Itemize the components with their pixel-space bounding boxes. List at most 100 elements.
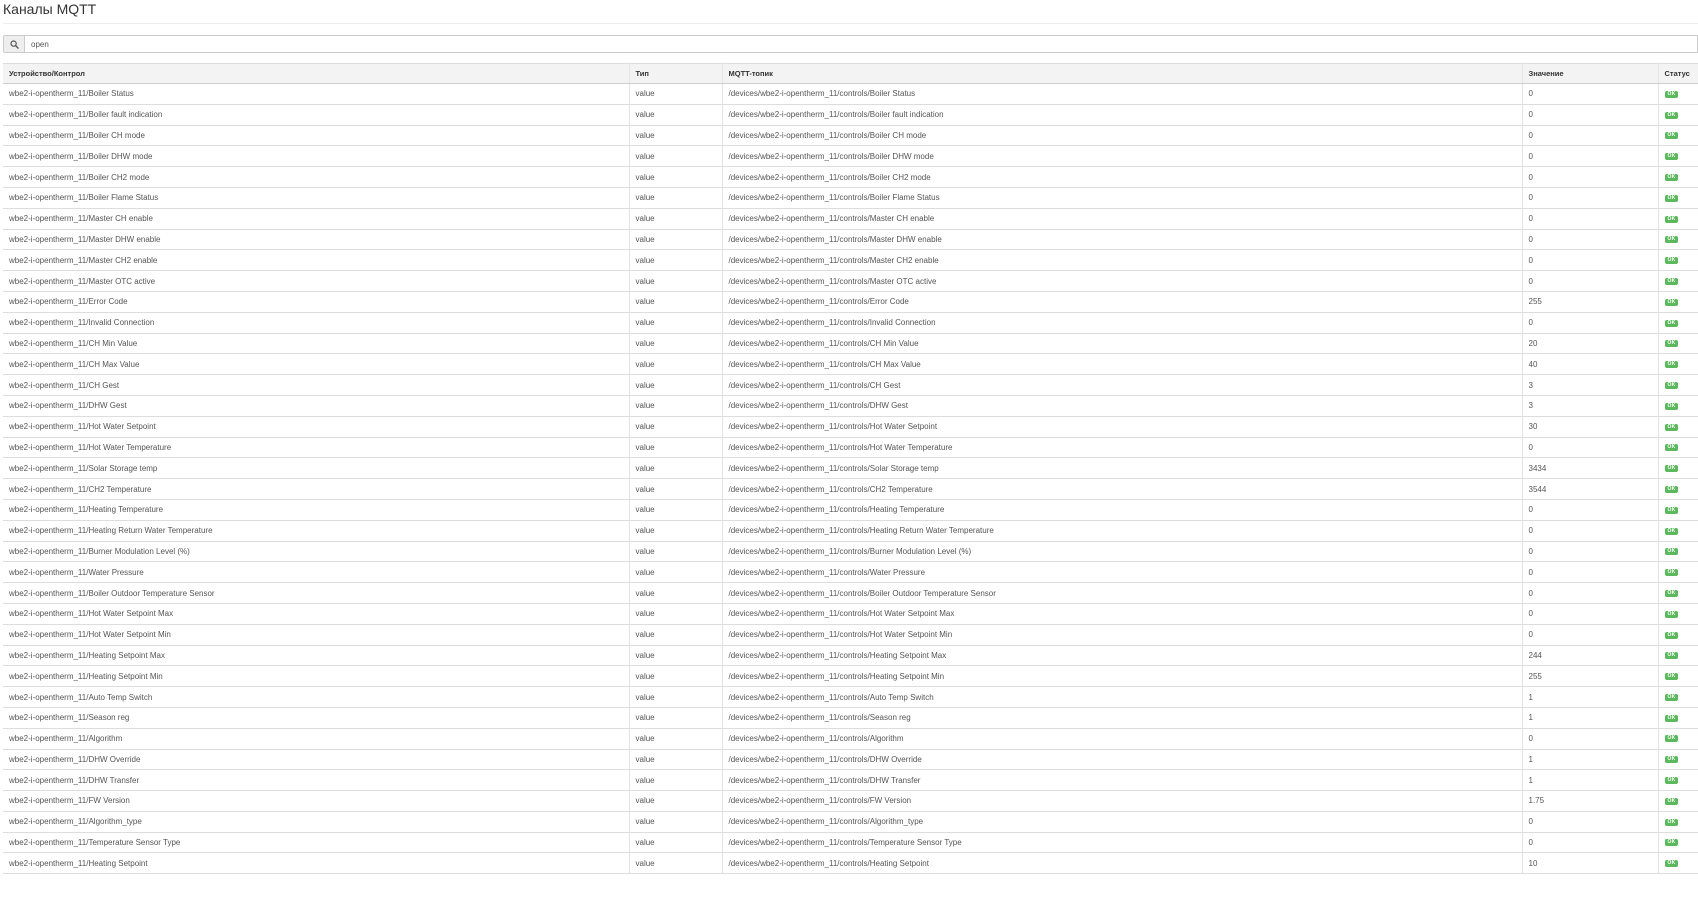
cell-device: wbe2-i-opentherm_11/Master CH2 enable <box>3 249 630 272</box>
cell-device: wbe2-i-opentherm_11/FW Version <box>3 790 630 812</box>
status-badge: OK <box>1664 111 1679 119</box>
table-row[interactable]: wbe2-i-opentherm_11/Boiler fault indicat… <box>3 104 1698 126</box>
cell-topic: /devices/wbe2-i-opentherm_11/controls/Bo… <box>722 166 1523 188</box>
search-input[interactable] <box>24 35 1698 53</box>
status-badge: OK <box>1664 714 1679 722</box>
table-row[interactable]: wbe2-i-opentherm_11/Boiler DHW mode value… <box>3 145 1698 168</box>
cell-value: 0 <box>1522 541 1659 563</box>
table-row[interactable]: wbe2-i-opentherm_11/Temperature Sensor T… <box>3 832 1698 854</box>
status-badge: OK <box>1664 652 1679 660</box>
cell-topic: /devices/wbe2-i-opentherm_11/controls/CH… <box>722 374 1523 396</box>
cell-value: 30 <box>1522 416 1659 438</box>
cell-device: wbe2-i-opentherm_11/Algorithm_type <box>3 811 630 833</box>
table-row[interactable]: wbe2-i-opentherm_11/Master DHW enable val… <box>3 229 1698 251</box>
table-row[interactable]: wbe2-i-opentherm_11/Water Pressure value /… <box>3 561 1698 584</box>
table-row[interactable]: wbe2-i-opentherm_11/CH2 Temperature value… <box>3 478 1698 500</box>
table-row[interactable]: wbe2-i-opentherm_11/Heating Return Water… <box>3 520 1698 542</box>
cell-value: 0 <box>1522 624 1659 646</box>
cell-topic: /devices/wbe2-i-opentherm_11/controls/CH… <box>722 478 1523 500</box>
cell-value: 20 <box>1522 333 1659 355</box>
status-badge: OK <box>1664 153 1679 161</box>
cell-type: value <box>629 270 723 292</box>
table-row[interactable]: wbe2-i-opentherm_11/Hot Water Setpoint M… <box>3 624 1698 646</box>
status-badge: OK <box>1664 423 1679 431</box>
table-row[interactable]: wbe2-i-opentherm_11/Hot Water Temperatur… <box>3 437 1698 459</box>
cell-type: value <box>629 104 723 126</box>
table-row[interactable]: wbe2-i-opentherm_11/Hot Water Setpoint va… <box>3 416 1698 438</box>
cell-device: wbe2-i-opentherm_11/CH Gest <box>3 374 630 396</box>
table-row[interactable]: wbe2-i-opentherm_11/Heating Setpoint valu… <box>3 852 1698 875</box>
column-header-type[interactable]: Тип <box>629 63 723 84</box>
table-row[interactable]: wbe2-i-opentherm_11/Boiler CH mode value /… <box>3 125 1698 147</box>
cell-type: value <box>629 582 723 604</box>
cell-topic: /devices/wbe2-i-opentherm_11/controls/Wa… <box>722 561 1523 584</box>
table-row[interactable]: wbe2-i-opentherm_11/CH Max Value value/de… <box>3 353 1698 376</box>
cell-device: wbe2-i-opentherm_11/Hot Water Setpoint <box>3 416 630 438</box>
cell-type: value <box>629 811 723 833</box>
cell-status: OK <box>1658 312 1698 334</box>
table-row[interactable]: wbe2-i-opentherm_11/CH Min Value value/de… <box>3 333 1698 355</box>
cell-topic: /devices/wbe2-i-opentherm_11/controls/Ho… <box>722 437 1523 459</box>
cell-status: OK <box>1658 208 1698 230</box>
table-row[interactable]: wbe2-i-opentherm_11/DHW Transfer value/de… <box>3 769 1698 792</box>
cell-device: wbe2-i-opentherm_11/CH Max Value <box>3 353 630 376</box>
cell-type: value <box>629 749 723 771</box>
cell-device: wbe2-i-opentherm_11/DHW Override <box>3 749 630 771</box>
status-badge: OK <box>1664 215 1679 223</box>
cell-type: value <box>629 624 723 646</box>
table-row[interactable]: wbe2-i-opentherm_11/Invalid Connection va… <box>3 312 1698 334</box>
cell-status: OK <box>1658 749 1698 771</box>
cell-value: 0 <box>1522 145 1659 168</box>
status-badge: OK <box>1664 673 1679 681</box>
table-row[interactable]: wbe2-i-opentherm_11/Algorithm_type value /… <box>3 811 1698 833</box>
table-row[interactable]: wbe2-i-opentherm_11/FW Version value/devi… <box>3 790 1698 812</box>
cell-device: wbe2-i-opentherm_11/Boiler DHW mode <box>3 145 630 168</box>
cell-type: value <box>629 541 723 563</box>
table-row[interactable]: wbe2-i-opentherm_11/Auto Temp Switch valu… <box>3 686 1698 708</box>
column-header-topic[interactable]: MQTT-топик <box>722 63 1523 84</box>
column-header-device[interactable]: Устройство/Контрол <box>3 63 630 84</box>
cell-value: 10 <box>1522 852 1659 875</box>
cell-type: value <box>629 353 723 376</box>
status-badge: OK <box>1664 340 1679 348</box>
cell-status: OK <box>1658 520 1698 542</box>
cell-type: value <box>629 83 723 105</box>
column-header-value[interactable]: Значение <box>1522 63 1659 84</box>
table-row[interactable]: wbe2-i-opentherm_11/Boiler CH2 mode value… <box>3 166 1698 188</box>
cell-value: 0 <box>1522 229 1659 251</box>
status-badge: OK <box>1664 277 1679 285</box>
cell-device: wbe2-i-opentherm_11/DHW Transfer <box>3 769 630 792</box>
table-row[interactable]: wbe2-i-opentherm_11/Season reg value/devi… <box>3 707 1698 729</box>
cell-status: OK <box>1658 437 1698 459</box>
table-row[interactable]: wbe2-i-opentherm_11/Master CH2 enable val… <box>3 249 1698 272</box>
table-row[interactable]: wbe2-i-opentherm_11/Boiler Status value/d… <box>3 83 1698 105</box>
cell-type: value <box>629 395 723 417</box>
cell-status: OK <box>1658 457 1698 480</box>
status-badge: OK <box>1664 527 1679 535</box>
table-row[interactable]: wbe2-i-opentherm_11/Master OTC active val… <box>3 270 1698 292</box>
table-row[interactable]: wbe2-i-opentherm_11/Error Code value/devi… <box>3 291 1698 313</box>
table-row[interactable]: wbe2-i-opentherm_11/Boiler Flame Status v… <box>3 187 1698 209</box>
table-row[interactable]: wbe2-i-opentherm_11/Master CH enable valu… <box>3 208 1698 230</box>
table-row[interactable]: wbe2-i-opentherm_11/Solar Storage temp va… <box>3 457 1698 480</box>
column-header-status[interactable]: Статус <box>1658 63 1698 84</box>
table-row[interactable]: wbe2-i-opentherm_11/CH Gest value/devices… <box>3 374 1698 396</box>
table-row[interactable]: wbe2-i-opentherm_11/DHW Override value/de… <box>3 749 1698 771</box>
table-row[interactable]: wbe2-i-opentherm_11/Hot Water Setpoint M… <box>3 603 1698 625</box>
table-row[interactable]: wbe2-i-opentherm_11/Burner Modulation Le… <box>3 541 1698 563</box>
cell-status: OK <box>1658 790 1698 812</box>
table-row[interactable]: wbe2-i-opentherm_11/DHW Gest value/device… <box>3 395 1698 417</box>
page-title: Каналы MQTT <box>3 1 97 17</box>
search-icon[interactable] <box>3 35 24 53</box>
cell-device: wbe2-i-opentherm_11/Boiler Status <box>3 83 630 105</box>
cell-device: wbe2-i-opentherm_11/Heating Setpoint Min <box>3 665 630 688</box>
cell-device: wbe2-i-opentherm_11/Heating Setpoint <box>3 852 630 875</box>
cell-status: OK <box>1658 707 1698 729</box>
table-row[interactable]: wbe2-i-opentherm_11/Heating Temperature v… <box>3 499 1698 521</box>
cell-type: value <box>629 166 723 188</box>
table-row[interactable]: wbe2-i-opentherm_11/Algorithm value/devic… <box>3 728 1698 750</box>
table-row[interactable]: wbe2-i-opentherm_11/Heating Setpoint Max… <box>3 645 1698 667</box>
cell-type: value <box>629 312 723 334</box>
table-row[interactable]: wbe2-i-opentherm_11/Heating Setpoint Min… <box>3 665 1698 688</box>
table-row[interactable]: wbe2-i-opentherm_11/Boiler Outdoor Tempe… <box>3 582 1698 604</box>
